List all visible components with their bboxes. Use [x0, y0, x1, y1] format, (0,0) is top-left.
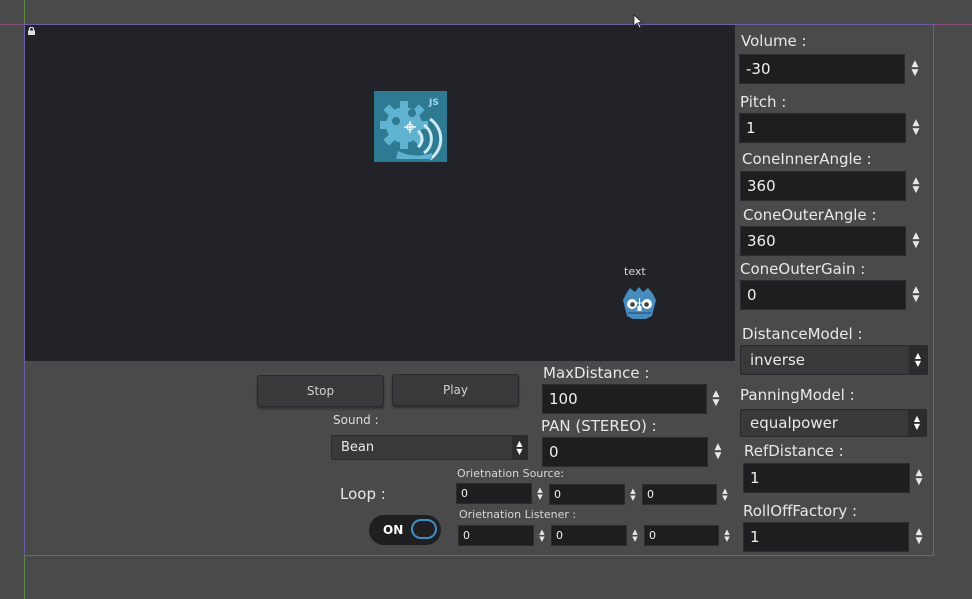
orientation-source-z[interactable]: 0 — [642, 484, 717, 505]
stop-button[interactable]: Stop — [257, 375, 384, 407]
distance-model-value: inverse — [750, 351, 805, 369]
ref-distance-spinner-icon[interactable]: ▲ ▼ — [912, 463, 926, 493]
orientation-listener-label: Orietnation Listener : — [459, 508, 577, 521]
select-arrows-icon: ▲ ▼ — [512, 436, 527, 459]
orientation-listener-x-spinner-icon[interactable]: ▲ ▼ — [535, 525, 549, 546]
audio-stream-player-icon[interactable]: JS — [374, 91, 447, 162]
orientation-source-y-spinner-icon[interactable]: ▲ ▼ — [626, 484, 640, 505]
orientation-listener-z[interactable]: 0 — [644, 525, 719, 546]
svg-text:JS: JS — [428, 98, 439, 108]
rolloff-factor-input[interactable]: 1 — [743, 522, 909, 552]
pan-spinner-icon[interactable]: ▲ ▼ — [711, 437, 725, 467]
orientation-listener-y-spinner-icon[interactable]: ▲ ▼ — [628, 525, 642, 546]
panning-model-label: PanningModel : — [740, 386, 855, 404]
orientation-listener-x[interactable]: 0 — [458, 525, 534, 546]
cone-outer-gain-label: ConeOuterGain : — [740, 260, 866, 278]
loop-toggle[interactable]: ON — [369, 515, 441, 545]
panning-model-value: equalpower — [750, 414, 838, 432]
distance-model-label: DistanceModel : — [742, 325, 863, 343]
distance-model-select[interactable]: inverse ▲ ▼ — [740, 345, 928, 375]
select-arrows-icon: ▲ ▼ — [908, 410, 926, 436]
select-arrows-icon: ▲ ▼ — [909, 346, 927, 374]
pitch-label: Pitch : — [740, 93, 787, 111]
cone-outer-angle-label: ConeOuterAngle : — [743, 206, 877, 224]
orientation-source-z-spinner-icon[interactable]: ▲ ▼ — [718, 484, 732, 505]
node-label: text — [624, 265, 646, 278]
sound-select-value: Bean — [341, 440, 375, 455]
pan-label: PAN (STEREO) : — [541, 417, 657, 435]
pan-input[interactable]: 0 — [542, 437, 708, 467]
volume-input[interactable]: -30 — [739, 54, 905, 84]
cone-outer-gain-input[interactable]: 0 — [740, 280, 906, 310]
orientation-source-y[interactable]: 0 — [549, 484, 625, 505]
cone-outer-angle-input[interactable]: 360 — [740, 226, 906, 256]
lock-icon — [28, 27, 35, 35]
pitch-input[interactable]: 1 — [739, 113, 906, 143]
ref-distance-input[interactable]: 1 — [743, 463, 910, 493]
orientation-source-label: Orietnation Source: — [457, 467, 565, 480]
play-button[interactable]: Play — [392, 374, 519, 406]
orientation-source-x-spinner-icon[interactable]: ▲ ▼ — [533, 483, 547, 504]
panning-model-select[interactable]: equalpower ▲ ▼ — [740, 409, 927, 437]
max-distance-spinner-icon[interactable]: ▲ ▼ — [709, 384, 723, 414]
godot-robot-icon[interactable] — [620, 284, 659, 321]
volume-spinner-icon[interactable]: ▲ ▼ — [908, 54, 922, 84]
volume-label: Volume : — [741, 32, 807, 50]
cone-outer-angle-spinner-icon[interactable]: ▲ ▼ — [909, 226, 923, 256]
cone-outer-gain-spinner-icon[interactable]: ▲ ▼ — [909, 280, 923, 310]
sound-label: Sound : — [333, 413, 379, 427]
max-distance-input[interactable]: 100 — [542, 384, 707, 414]
sound-select[interactable]: Bean ▲ ▼ — [331, 435, 528, 460]
orientation-source-x[interactable]: 0 — [456, 483, 532, 504]
max-distance-label: MaxDistance : — [543, 364, 650, 382]
pitch-spinner-icon[interactable]: ▲ ▼ — [909, 113, 923, 143]
rolloff-factor-label: RollOffFactory : — [743, 502, 858, 520]
ref-distance-label: RefDistance : — [744, 442, 844, 460]
cone-inner-angle-input[interactable]: 360 — [740, 171, 906, 201]
cone-inner-angle-label: ConeInnerAngle : — [742, 150, 872, 168]
rolloff-factor-spinner-icon[interactable]: ▲ ▼ — [912, 522, 926, 552]
cone-inner-angle-spinner-icon[interactable]: ▲ ▼ — [909, 171, 923, 201]
orientation-listener-y[interactable]: 0 — [551, 525, 627, 546]
loop-toggle-state: ON — [383, 523, 404, 537]
loop-label: Loop : — [340, 485, 386, 503]
mouse-pointer-icon — [633, 14, 643, 29]
toggle-knob — [411, 519, 437, 539]
orientation-listener-z-spinner-icon[interactable]: ▲ ▼ — [720, 525, 734, 546]
